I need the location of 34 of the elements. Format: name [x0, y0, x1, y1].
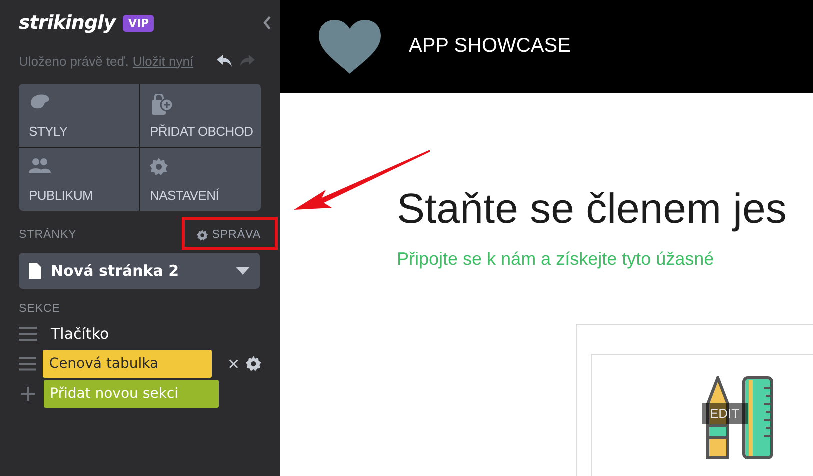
settings-icon[interactable] [246, 356, 261, 372]
people-icon [29, 158, 51, 174]
menu-tile[interactable]: PŘIDAT OBCHOD [140, 84, 261, 147]
page-subtitle: Připojte se k nám a získejte tyto úžasné [397, 249, 716, 270]
drag-handle-icon[interactable] [19, 357, 36, 371]
logo-text: strikingly [19, 12, 116, 34]
undo-icon[interactable] [216, 54, 234, 68]
pages-label: STRÁNKY [19, 229, 77, 241]
menu-tile[interactable]: PUBLIKUM [19, 148, 139, 211]
close-icon[interactable] [229, 359, 239, 369]
shopping-bag-plus-icon [150, 94, 174, 116]
site-title: APP SHOWCASE [409, 35, 571, 58]
vip-badge: VIP [123, 14, 154, 32]
menu-tile[interactable]: NASTAVENÍ [140, 148, 261, 211]
sections-label: SEKCE [19, 303, 62, 315]
page-icon [29, 263, 41, 279]
caret-icon [236, 267, 250, 275]
settings-icon [150, 158, 168, 176]
drag-handle-icon[interactable] [19, 327, 37, 341]
settings-icon [197, 230, 208, 240]
menu-tile[interactable]: STYLY [19, 84, 139, 147]
palette-icon [29, 94, 51, 110]
section-item[interactable]: Cenová tabulka [43, 350, 212, 378]
save-status: Uloženo právě teď. [19, 54, 129, 68]
manage-button[interactable]: SPRÁVA [197, 229, 261, 241]
page-heading: Staňte se členem jes [397, 185, 788, 233]
heart-icon [317, 18, 383, 74]
section-item[interactable]: Tlačítko [51, 325, 110, 343]
plus-icon[interactable] [19, 385, 37, 403]
save-now-link[interactable]: Uložit nyní [132, 54, 194, 68]
page-dropdown[interactable]: Nová stránka 2 [19, 253, 260, 289]
collapse-chevron-icon[interactable] [263, 16, 272, 30]
pen-and-ruler-icon [706, 376, 776, 460]
edit-overlay-label[interactable]: EDIT [702, 403, 748, 424]
